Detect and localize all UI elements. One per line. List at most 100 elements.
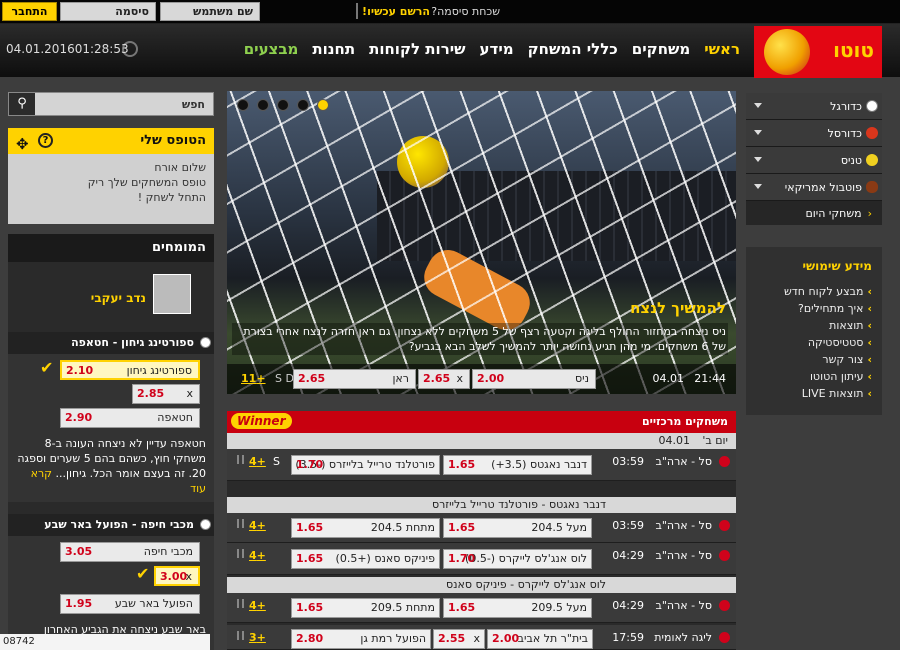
nav-item-rules[interactable]: כללי המשחק [528, 40, 618, 58]
tip-odd-away[interactable]: הפועל באר שבע 1.95 [60, 594, 200, 614]
matches-title: משחקים מרכזיים [641, 415, 728, 428]
forgot-password-link[interactable]: שכחת סיסמה? [431, 5, 500, 18]
my-ticket: הטופס שלי ? ✥ שלום אורח טופס המשחקים שלך… [8, 128, 214, 224]
info-link-label[interactable]: צור קשר [822, 353, 863, 366]
tip-odd-home[interactable]: ספורטינג גיחון 2.10 [60, 360, 200, 380]
odd-value: 2.65 [298, 372, 326, 385]
info-link-label[interactable]: עיתון הטוטו [810, 370, 864, 383]
stats-icon[interactable] [237, 549, 244, 558]
tip-odd-home[interactable]: מכבי חיפה 3.05 [60, 542, 200, 562]
more-bets-link[interactable]: +4 [249, 519, 266, 532]
odd-name: x [456, 372, 463, 385]
carousel-dot[interactable] [257, 99, 269, 111]
more-bets-link[interactable]: +4 [249, 455, 266, 468]
more-bets-link[interactable]: +11 [241, 372, 266, 385]
chevron-down-icon[interactable] [754, 130, 762, 135]
info-link-label[interactable]: תוצאות [829, 319, 863, 332]
tip-odd-draw[interactable]: x 3.00 [154, 566, 200, 586]
search-box[interactable]: חפש ⚲ [8, 92, 214, 116]
sport-football[interactable]: כדורגל [746, 93, 882, 120]
logo[interactable]: טוטו [754, 26, 882, 78]
move-icon[interactable]: ✥ [16, 131, 29, 157]
more-bets-link[interactable]: +4 [249, 599, 266, 612]
sport-tennis[interactable]: טניס [746, 147, 882, 174]
odd-over[interactable]: מעל 204.5 1.65 [443, 518, 592, 538]
odd-over[interactable]: מעל 209.5 1.65 [443, 598, 592, 618]
odd-away[interactable]: פורטלנד טרייל בלייזרס (-3.5) 1.70 [291, 455, 440, 475]
help-icon[interactable]: ? [38, 133, 53, 148]
odd-draw[interactable]: x 2.55 [433, 629, 485, 649]
stats-label[interactable]: S D [275, 372, 294, 385]
ticket-title: הטופס שלי [140, 133, 206, 148]
odd-draw[interactable]: x 2.65 [418, 369, 470, 389]
odd-name: חטאפה [157, 411, 193, 424]
winner-logo[interactable]: Winner [231, 413, 292, 429]
check-icon: ✔ [136, 564, 150, 583]
search-icon[interactable]: ⚲ [9, 93, 35, 115]
stats-icon[interactable] [237, 519, 244, 528]
info-link[interactable]: › מבצע לקוח חדש [756, 285, 872, 298]
password-field[interactable]: סיסמה [60, 2, 156, 21]
odd-under[interactable]: מתחת 204.5 1.65 [291, 518, 440, 538]
odd-home[interactable]: לוס אנג'לס לייקרס (-0.5) 1.70 [443, 549, 592, 569]
nav-item-promotions[interactable]: מבצעים [244, 40, 299, 58]
more-bets-link[interactable]: +4 [249, 549, 266, 562]
odd-away[interactable]: הפועל רמת גן 2.80 [291, 629, 431, 649]
chevron-down-icon[interactable] [754, 184, 762, 189]
info-link[interactable]: ›תוצאות LIVE [756, 387, 872, 400]
nav-item-service[interactable]: שירות לקוחות [369, 40, 465, 58]
odd-value: 2.10 [66, 364, 94, 377]
nav-item-stations[interactable]: תחנות [312, 40, 355, 58]
more-bets-link[interactable]: +3 [249, 631, 266, 644]
carousel-dot[interactable] [277, 99, 289, 111]
chevron-down-icon[interactable] [754, 157, 762, 162]
odd-home[interactable]: בית"ר תל אביב 2.00 [487, 629, 593, 649]
info-link-label[interactable]: מבצע לקוח חדש [784, 285, 863, 298]
ticket-cta: התחל לשחק ! [137, 191, 206, 204]
info-link[interactable]: › איך מתחילים? [756, 302, 872, 315]
expert-name[interactable]: נדב יעקבי [91, 291, 146, 305]
carousel-dot[interactable] [237, 99, 249, 111]
odd-value: 1.65 [448, 601, 476, 614]
expert-tip: ספורטינג גיחון - חטאפה ✔ ספורטינג גיחון 2… [8, 332, 214, 502]
search-input[interactable]: חפש [182, 98, 205, 111]
nav-item-info[interactable]: מידע [480, 40, 514, 58]
stats-icon[interactable] [237, 455, 244, 464]
carousel-dot[interactable] [317, 99, 329, 111]
sport-basketball[interactable]: כדורסל [746, 120, 882, 147]
username-field[interactable]: שם משתמש [160, 2, 260, 21]
odd-value: 1.65 [448, 521, 476, 534]
stats-link[interactable]: S [273, 455, 280, 468]
stats-icon[interactable] [237, 631, 244, 640]
odd-value: 1.95 [65, 597, 93, 610]
info-link[interactable]: › צור קשר [756, 353, 872, 366]
odd-name: דנבר נאגטס (3.5+) [491, 458, 587, 471]
login-button[interactable]: התחבר [2, 2, 57, 21]
hero-banner[interactable]: להמשיך לנצח ניס ניצחה במחזור החולף בליגה… [227, 91, 736, 394]
tip-odd-away[interactable]: חטאפה 2.90 [60, 408, 200, 428]
tip-odd-draw[interactable]: x 2.85 [132, 384, 200, 404]
match-subtitle: דנבר נאגטס - פורטלנד טרייל בלייזרס [227, 497, 736, 513]
info-link[interactable]: › תוצאות [756, 319, 872, 332]
odd-value: 1.65 [296, 552, 324, 565]
odd-away[interactable]: פיניקס סאנס (+0.5) 1.65 [291, 549, 440, 569]
info-link[interactable]: ›סטטיסטיקה [756, 336, 872, 349]
chevron-down-icon[interactable] [754, 103, 762, 108]
info-link[interactable]: ›עיתון הטוטו [756, 370, 872, 383]
odd-away[interactable]: ראן 2.65 [293, 369, 416, 389]
odd-home[interactable]: ניס 2.00 [472, 369, 596, 389]
odd-under[interactable]: מתחת 209.5 1.65 [291, 598, 440, 618]
register-link[interactable]: הרשם עכשיו! [362, 5, 430, 18]
odd-home[interactable]: דנבר נאגטס (3.5+) 1.65 [443, 455, 592, 475]
carousel-dot[interactable] [297, 99, 309, 111]
info-link-label[interactable]: תוצאות LIVE [802, 387, 864, 400]
nav-item-home[interactable]: ראשי [704, 40, 740, 58]
tip-text: חטאפה עדיין לא ניצחה העונה ב-8 משחקי חוץ… [16, 436, 206, 496]
status-tag: 08742 [0, 634, 210, 650]
info-link-label[interactable]: סטטיסטיקה [808, 336, 864, 349]
todays-games-link[interactable]: ‹ משחקי היום [746, 201, 882, 225]
stats-icon[interactable] [237, 599, 244, 608]
sport-american-football[interactable]: פוטבול אמריקאי [746, 174, 882, 201]
info-link-label[interactable]: איך מתחילים? [798, 302, 863, 315]
nav-item-games[interactable]: משחקים [632, 40, 690, 58]
